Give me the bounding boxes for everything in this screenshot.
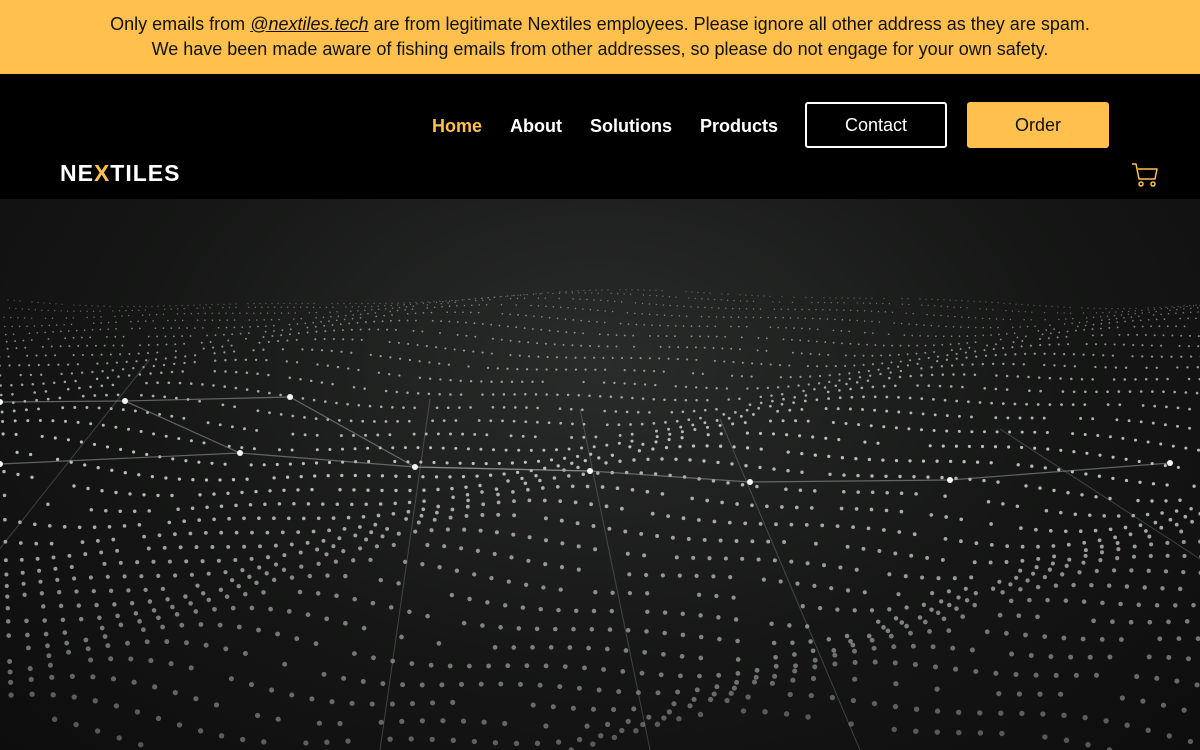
cart-icon[interactable] xyxy=(1130,160,1160,190)
notice-line-1: Only emails from @nextiles.tech are from… xyxy=(0,12,1200,37)
site-header: Home About Solutions Products Contact Or… xyxy=(0,74,1200,199)
nextiles-logo[interactable]: NEXTILES xyxy=(60,160,180,187)
logo-text-ne: NE xyxy=(60,160,94,186)
nav-solutions[interactable]: Solutions xyxy=(576,116,686,137)
nav-products[interactable]: Products xyxy=(686,116,792,137)
nav-about[interactable]: About xyxy=(496,116,576,137)
contact-button[interactable]: Contact xyxy=(805,102,947,148)
main-nav: Home About Solutions Products xyxy=(418,116,792,137)
nav-home[interactable]: Home xyxy=(418,116,496,137)
notice-text-after: are from legitimate Nextiles employees. … xyxy=(368,14,1090,34)
notice-text-before: Only emails from xyxy=(110,14,251,34)
hero-section xyxy=(0,199,1200,750)
digital-mesh-background xyxy=(0,289,1200,750)
notice-line-2: We have been made aware of fishing email… xyxy=(151,39,1049,59)
logo-text-tiles: TILES xyxy=(110,160,181,186)
logo-text-x: X xyxy=(93,160,111,186)
spam-notice-banner: Only emails from @nextiles.tech are from… xyxy=(0,0,1200,74)
notice-email-link[interactable]: @nextiles.tech xyxy=(250,14,368,34)
order-button[interactable]: Order xyxy=(967,102,1109,148)
